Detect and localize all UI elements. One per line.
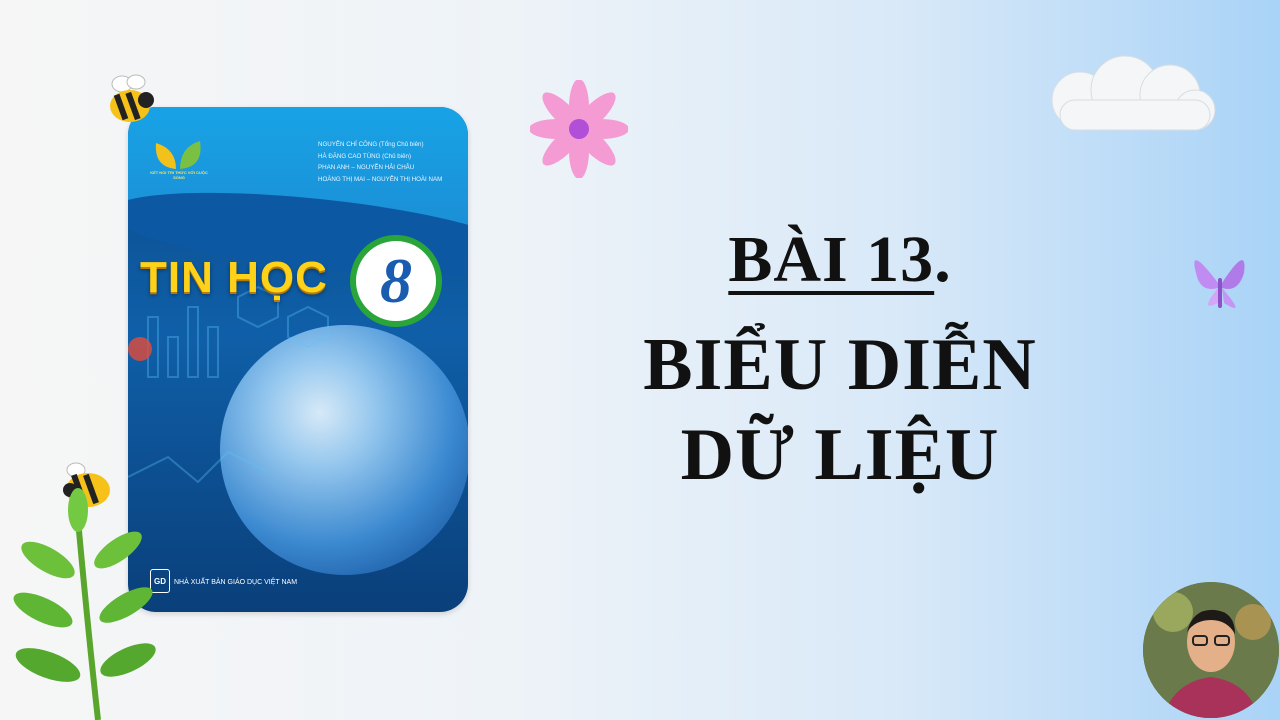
cloud-icon xyxy=(1051,55,1216,131)
presenter-avatar xyxy=(1143,582,1279,718)
flower-icon xyxy=(530,80,628,178)
logo-caption: KẾT NỐI TRI THỨC VỚI CUỘC SỐNG xyxy=(150,170,208,180)
author-line: HOÀNG THỊ MAI – NGUYỄN THỊ HOÀI NAM xyxy=(318,175,443,183)
lesson-number: BÀI 13. xyxy=(640,222,1040,298)
butterfly-icon xyxy=(1194,260,1245,308)
lesson-title-line: BIỂU DIỄN xyxy=(643,324,1037,406)
tech-pattern-illustration xyxy=(128,285,329,484)
author-line: HÀ ĐẶNG CAO TÙNG (Chủ biên) xyxy=(318,152,412,160)
publisher-name: NHÀ XUẤT BẢN GIÁO DỤC VIỆT NAM xyxy=(174,579,298,586)
lesson-number-label: BÀI 13 xyxy=(728,223,935,296)
grade-number: 8 xyxy=(380,245,412,316)
presenter-portrait-icon xyxy=(1143,582,1279,718)
book-title: TIN HỌC xyxy=(140,253,328,302)
author-line: NGUYỄN CHÍ CÔNG (Tổng Chủ biên) xyxy=(318,141,424,148)
bee-icon xyxy=(110,74,154,122)
textbook-cover: KẾT NỐI TRI THỨC VỚI CUỘC SỐNG NGUYỄN CH… xyxy=(128,107,468,612)
leaf-branch-icon xyxy=(13,488,156,720)
lesson-title-line: DỮ LIỆU xyxy=(680,414,1000,496)
author-line: PHAN ANH – NGUYỄN HẢI CHÂU xyxy=(318,164,415,171)
lesson-title: BIỂU DIỄN DỮ LIỆU xyxy=(560,320,1120,500)
lesson-number-suffix: . xyxy=(934,223,952,296)
grade-badge: 8 xyxy=(350,235,442,327)
author-list: NGUYỄN CHÍ CÔNG (Tổng Chủ biên) HÀ ĐẶNG … xyxy=(318,139,466,185)
